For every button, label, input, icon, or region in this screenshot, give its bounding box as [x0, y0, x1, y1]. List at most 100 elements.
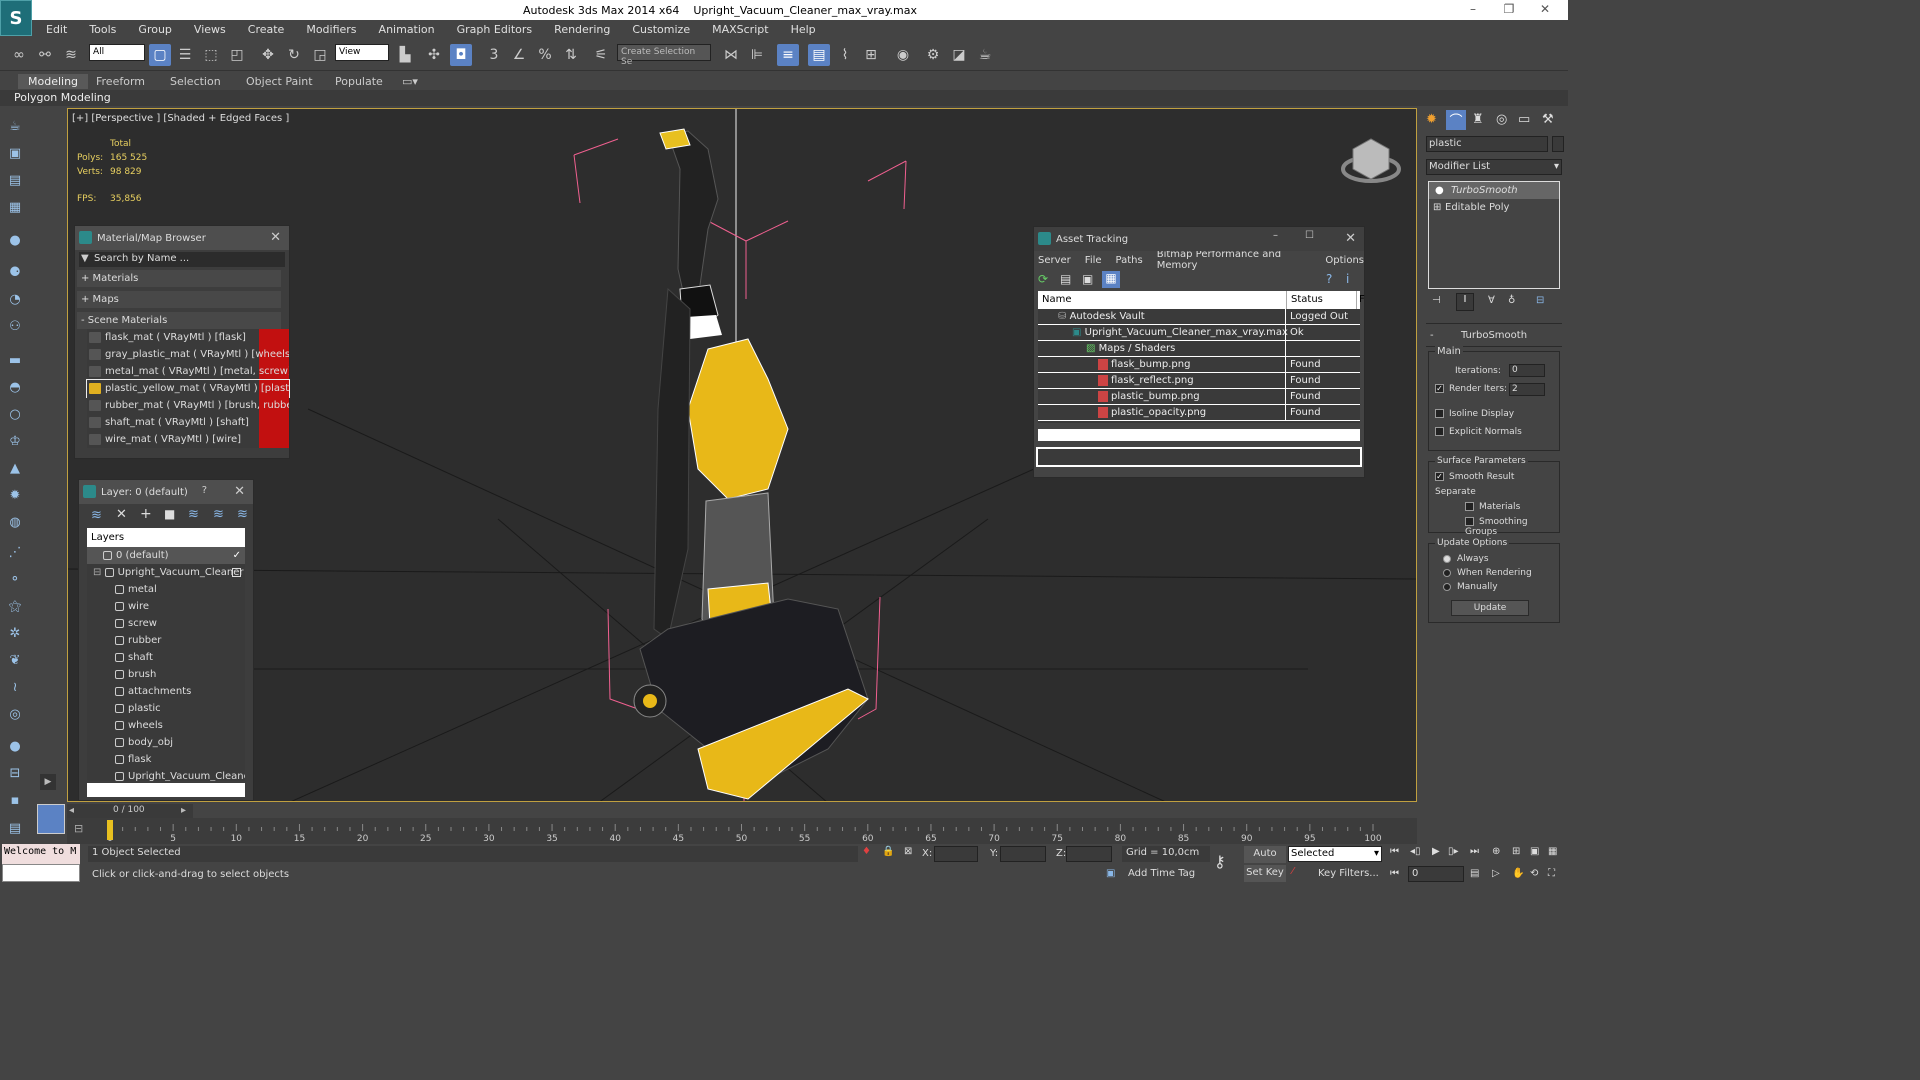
layers-column-header[interactable]: Layers: [87, 528, 245, 547]
select-layer-icon[interactable]: ≋: [188, 507, 199, 522]
menu-group[interactable]: Group: [127, 23, 183, 36]
material-browser-titlebar[interactable]: Material/Map Browser ✕: [75, 226, 289, 250]
materials-checkbox[interactable]: Materials: [1465, 502, 1520, 512]
when-rendering-radio[interactable]: When Rendering: [1443, 568, 1532, 578]
render-iters-spinner[interactable]: 2: [1509, 383, 1545, 396]
rotate-icon[interactable]: ↻: [283, 44, 305, 66]
menu-file[interactable]: File: [1085, 255, 1102, 266]
smooth-result-checkbox[interactable]: ✓ Smooth Result: [1435, 472, 1514, 482]
ring-icon[interactable]: ◔: [5, 289, 25, 309]
minimize-icon[interactable]: –: [1273, 230, 1278, 241]
tree-item[interactable]: body_obj: [87, 734, 245, 751]
table-row[interactable]: ▨ Maps / Shaders: [1038, 341, 1360, 357]
material-editor-icon[interactable]: ◉: [892, 44, 914, 66]
y-coordinate-input[interactable]: [1000, 846, 1046, 862]
bulb-icon[interactable]: ●: [1435, 182, 1444, 199]
ball-icon[interactable]: ●: [5, 736, 25, 756]
tree-item[interactable]: rubber: [87, 632, 245, 649]
go-to-start-icon[interactable]: ⏮: [1390, 846, 1399, 857]
next-frame-icon[interactable]: ▸: [181, 805, 186, 816]
table-row[interactable]: plastic_bump.png Found: [1038, 389, 1360, 405]
make-unique-icon[interactable]: ∀: [1488, 295, 1495, 306]
iterations-spinner[interactable]: 0: [1509, 364, 1545, 377]
sphere-icon[interactable]: ○: [5, 404, 25, 424]
key-filters-button[interactable]: Key Filters...: [1318, 868, 1379, 879]
table-row[interactable]: ▣ Upright_Vacuum_Cleaner_max_vray.max Ok: [1038, 325, 1360, 341]
stairs-icon[interactable]: ⋰: [5, 542, 25, 562]
display-tab-icon[interactable]: ▭: [1518, 112, 1530, 127]
close-button[interactable]: ✕: [1530, 2, 1560, 18]
turbosmooth-rollout-header[interactable]: - TurboSmooth: [1426, 323, 1562, 347]
mini-curve-editor-icon[interactable]: ⊟: [74, 822, 92, 836]
move-icon[interactable]: ✥: [257, 44, 279, 66]
list-item[interactable]: metal_mat ( VRayMtl ) [metal, screw]: [87, 363, 289, 380]
column-name[interactable]: Name: [1042, 291, 1072, 309]
tree-item[interactable]: flask: [87, 751, 245, 768]
help-icon[interactable]: ?: [1326, 272, 1332, 286]
go-to-end-icon[interactable]: ⏭: [1470, 846, 1479, 857]
menu-tools[interactable]: Tools: [78, 23, 127, 36]
current-layer-checkbox[interactable]: [232, 568, 241, 577]
menu-views[interactable]: Views: [183, 23, 237, 36]
viewport-label[interactable]: [+] [Perspective ] [Shaded + Edged Faces…: [72, 113, 289, 124]
auto-key-button[interactable]: Auto Key: [1244, 846, 1286, 875]
asset-tracking-titlebar[interactable]: Asset Tracking – ☐ ✕: [1034, 227, 1364, 251]
list-item[interactable]: flask_mat ( VRayMtl ) [flask]: [87, 329, 289, 346]
polygon-modeling-label[interactable]: Polygon Modeling: [14, 91, 111, 104]
close-icon[interactable]: ✕: [1345, 231, 1356, 246]
angle-snap-icon[interactable]: ∠: [508, 44, 530, 66]
hemisphere-icon[interactable]: ◓: [5, 377, 25, 397]
time-config-icon[interactable]: ▤: [1470, 868, 1479, 879]
globe-icon[interactable]: ◎: [5, 704, 25, 724]
modifier-item-turbosmooth[interactable]: ● TurboSmooth: [1429, 182, 1559, 199]
table-row[interactable]: ⛁ Autodesk Vault Logged Out ...: [1038, 309, 1360, 338]
toggle-scene-explorer-icon[interactable]: ≡: [777, 44, 799, 66]
motion-tab-icon[interactable]: ◎: [1496, 112, 1507, 127]
maximize-button[interactable]: ❐: [1494, 2, 1524, 18]
orbit-icon[interactable]: ⟲: [1530, 868, 1538, 879]
pan-view-icon[interactable]: ✋: [1512, 868, 1524, 879]
tab-populate[interactable]: Populate: [325, 74, 393, 89]
menu-help[interactable]: Help: [780, 23, 827, 36]
table-row[interactable]: flask_reflect.png Found: [1038, 373, 1360, 389]
tab-object-paint[interactable]: Object Paint: [236, 74, 323, 89]
group-maps[interactable]: + Maps: [77, 291, 281, 308]
menu-create[interactable]: Create: [237, 23, 296, 36]
select-object-icon[interactable]: ▢: [149, 44, 171, 66]
show-end-result-icon[interactable]: I: [1456, 293, 1474, 311]
close-icon[interactable]: ✕: [234, 484, 245, 499]
prev-frame-icon[interactable]: ◂: [69, 805, 74, 816]
x-coordinate-input[interactable]: [934, 846, 978, 862]
horizontal-scrollbar[interactable]: [87, 783, 245, 797]
remove-modifier-icon[interactable]: ♁: [1508, 295, 1515, 306]
menu-modifiers[interactable]: Modifiers: [295, 23, 367, 36]
menu-edit[interactable]: Edit: [32, 23, 78, 36]
next-frame-icon[interactable]: ▯▸: [1448, 846, 1459, 857]
named-selection-set-dropdown[interactable]: Create Selection Se: [617, 44, 711, 67]
key-mode-dropdown[interactable]: Selected ▾: [1288, 846, 1382, 862]
explicit-normals-checkbox[interactable]: Explicit Normals: [1435, 427, 1522, 437]
curve-editor-icon[interactable]: ⌇: [834, 44, 856, 66]
field-of-view-icon[interactable]: ▷: [1492, 868, 1500, 879]
render-setup-icon[interactable]: ⚙: [922, 44, 944, 66]
utilities-tab-icon[interactable]: ⚒: [1542, 112, 1554, 127]
list-item[interactable]: shaft_mat ( VRayMtl ) [shaft]: [87, 414, 289, 431]
maxscript-listener-input[interactable]: Welcome to M: [2, 844, 80, 864]
add-selection-icon[interactable]: ■: [164, 507, 175, 521]
menu-graph-editors[interactable]: Graph Editors: [446, 23, 544, 36]
current-layer-icon[interactable]: ≋: [237, 507, 248, 522]
time-slider[interactable]: ◂ 0 / 100 ▸: [67, 804, 193, 818]
menu-customize[interactable]: Customize: [621, 23, 701, 36]
disc-icon[interactable]: ◍: [5, 512, 25, 532]
expand-icon[interactable]: ⊞: [1433, 199, 1441, 216]
column-full-path[interactable]: F: [1356, 291, 1365, 309]
gear-icon[interactable]: ✲: [5, 623, 25, 643]
ribbon-options-icon[interactable]: ▭▾: [392, 74, 428, 89]
current-frame-input[interactable]: 0: [1408, 866, 1464, 882]
highlight-layer-icon[interactable]: ≋: [213, 507, 224, 522]
zoom-extents-icon[interactable]: ▣: [1530, 846, 1539, 857]
table-row[interactable]: plastic_opacity.png Found: [1038, 405, 1360, 421]
ref-coord-dropdown[interactable]: View: [335, 44, 389, 61]
time-cursor[interactable]: [107, 820, 113, 840]
help-icon[interactable]: ?: [202, 485, 207, 496]
